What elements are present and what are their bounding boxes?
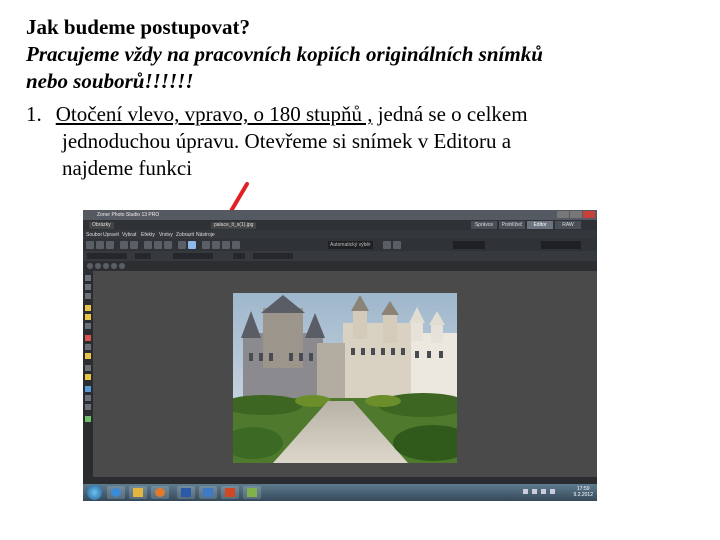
mode-tab-raw[interactable]: RAW bbox=[555, 221, 581, 229]
zoom-actual-icon[interactable] bbox=[111, 263, 117, 269]
eraser-tool-icon[interactable] bbox=[85, 365, 91, 371]
zoom-out-icon[interactable] bbox=[95, 263, 101, 269]
taskbar-outlook-icon[interactable] bbox=[199, 486, 217, 499]
selection-tool-icon[interactable] bbox=[85, 305, 91, 311]
main-toolbar: Automatický výběr bbox=[83, 239, 597, 251]
crop-icon[interactable] bbox=[144, 241, 152, 249]
menu-item-view[interactable]: Zobrazit bbox=[176, 232, 194, 238]
red-eye-tool-icon[interactable] bbox=[85, 335, 91, 341]
zoom-tool-icon[interactable] bbox=[85, 293, 91, 299]
window-titlebar: Zoner Photo Studio 13 PRO bbox=[83, 210, 597, 220]
tray-volume-icon[interactable] bbox=[550, 489, 555, 494]
doc-tab-1[interactable]: Obrázky bbox=[89, 222, 114, 229]
selection-mode-dropdown[interactable]: Automatický výběr bbox=[328, 241, 373, 249]
taskbar-ie-icon[interactable] bbox=[107, 486, 125, 499]
shape-tool-icon[interactable] bbox=[85, 404, 91, 410]
step-1-line-2: jednoduchou úpravu. Otevřeme si snímek v… bbox=[62, 129, 512, 153]
rotate-180-icon[interactable] bbox=[202, 241, 210, 249]
menu-item-layers[interactable]: Vrstvy bbox=[159, 232, 173, 238]
save-icon[interactable] bbox=[106, 241, 114, 249]
resize-icon[interactable] bbox=[154, 241, 162, 249]
undo-icon[interactable] bbox=[120, 241, 128, 249]
zoom-dropdown[interactable] bbox=[453, 241, 485, 249]
color-picker-icon[interactable] bbox=[85, 416, 91, 422]
app-screenshot: Zoner Photo Studio 13 PRO Obrázky palace… bbox=[83, 210, 597, 501]
option-field-1[interactable] bbox=[87, 253, 127, 259]
options-bar bbox=[83, 251, 597, 261]
selection-add-icon[interactable] bbox=[383, 241, 391, 249]
step-1-line-1: 1. Otočení vlevo, vpravo, o 180 stupňů , … bbox=[26, 101, 528, 128]
minimize-icon[interactable] bbox=[557, 211, 569, 218]
mode-tab-viewer[interactable]: Prohlížeč bbox=[499, 221, 525, 229]
step-number: 1. bbox=[26, 102, 42, 126]
step-rest-text: jedná se o celkem bbox=[372, 102, 528, 126]
text-tool-icon[interactable] bbox=[85, 395, 91, 401]
sharpen-icon[interactable] bbox=[232, 241, 240, 249]
castle-photo bbox=[233, 293, 457, 463]
windows-taskbar: 17:59 9.2.2012 bbox=[83, 484, 597, 501]
menu-bar: Soubor Upravit Vybrat Efekty Vrstvy Zobr… bbox=[83, 230, 597, 239]
option-field-5[interactable] bbox=[253, 253, 293, 259]
option-field-3[interactable] bbox=[173, 253, 213, 259]
taskbar-explorer-icon[interactable] bbox=[129, 486, 147, 499]
step-underlined-text: Otočení vlevo, vpravo, o 180 stupňů , bbox=[55, 102, 373, 126]
menu-item-select[interactable]: Vybrat bbox=[122, 232, 136, 238]
clock-date: 9.2.2012 bbox=[573, 492, 593, 498]
brush-tool-icon[interactable] bbox=[85, 353, 91, 359]
zoom-in-icon[interactable] bbox=[87, 263, 93, 269]
close-icon[interactable] bbox=[583, 211, 595, 218]
open-file-icon[interactable] bbox=[96, 241, 104, 249]
flip-icon[interactable] bbox=[164, 241, 172, 249]
lasso-tool-icon[interactable] bbox=[85, 314, 91, 320]
intro-line-1: Pracujeme vždy na pracovních kopiích ori… bbox=[26, 42, 543, 66]
rotate-left-icon[interactable] bbox=[178, 241, 186, 249]
color-icon[interactable] bbox=[222, 241, 230, 249]
tray-arrow-icon[interactable] bbox=[523, 489, 528, 494]
status-bar bbox=[93, 477, 597, 484]
menu-item-tools[interactable]: Nástroje bbox=[196, 232, 215, 238]
window-buttons bbox=[557, 211, 595, 218]
mode-tab-editor[interactable]: Editor bbox=[527, 221, 553, 229]
zoom-bar bbox=[83, 261, 597, 271]
new-file-icon[interactable] bbox=[86, 241, 94, 249]
tray-network-icon[interactable] bbox=[541, 489, 546, 494]
hand-icon[interactable] bbox=[119, 263, 125, 269]
clock[interactable]: 17:59 9.2.2012 bbox=[574, 486, 593, 498]
menu-item-file[interactable]: Soubor bbox=[86, 232, 102, 238]
taskbar-powerpoint-icon[interactable] bbox=[221, 486, 239, 499]
menu-item-edit[interactable]: Upravit bbox=[103, 232, 119, 238]
levels-icon[interactable] bbox=[212, 241, 220, 249]
taskbar-zoner-icon[interactable] bbox=[243, 486, 261, 499]
start-button-icon[interactable] bbox=[87, 485, 102, 500]
document-tabs: Obrázky palace_lt_s(1).jpg Správce Prohl… bbox=[83, 220, 597, 230]
redo-icon[interactable] bbox=[130, 241, 138, 249]
gradient-tool-icon[interactable] bbox=[85, 386, 91, 392]
heading: Jak budeme postupovat? bbox=[26, 15, 251, 39]
clone-tool-icon[interactable] bbox=[85, 344, 91, 350]
window-title: Zoner Photo Studio 13 PRO bbox=[97, 212, 160, 218]
tool-palette bbox=[83, 271, 93, 484]
fill-tool-icon[interactable] bbox=[85, 374, 91, 380]
menu-item-effects[interactable]: Efekty bbox=[141, 232, 155, 238]
mode-tab-manager[interactable]: Správce bbox=[471, 221, 497, 229]
taskbar-media-icon[interactable] bbox=[151, 486, 169, 499]
pointer-tool-icon[interactable] bbox=[85, 275, 91, 281]
hand-tool-icon[interactable] bbox=[85, 284, 91, 290]
intro-line-2: nebo souborů!!!!!! bbox=[26, 69, 194, 93]
taskbar-word-icon[interactable] bbox=[177, 486, 195, 499]
option-field-2[interactable] bbox=[135, 253, 151, 259]
option-field-4[interactable] bbox=[233, 253, 245, 259]
tray-flag-icon[interactable] bbox=[532, 489, 537, 494]
maximize-icon[interactable] bbox=[570, 211, 582, 218]
selection-subtract-icon[interactable] bbox=[393, 241, 401, 249]
rotate-right-icon[interactable] bbox=[188, 241, 196, 249]
doc-tab-2[interactable]: palace_lt_s(1).jpg bbox=[211, 222, 257, 229]
editor-canvas[interactable] bbox=[93, 271, 597, 477]
step-1-line-3: najdeme funkci bbox=[62, 156, 193, 180]
crop-tool-icon[interactable] bbox=[85, 323, 91, 329]
view-dropdown[interactable] bbox=[541, 241, 581, 249]
system-tray: 17:59 9.2.2012 bbox=[523, 486, 593, 499]
zoom-fit-icon[interactable] bbox=[103, 263, 109, 269]
